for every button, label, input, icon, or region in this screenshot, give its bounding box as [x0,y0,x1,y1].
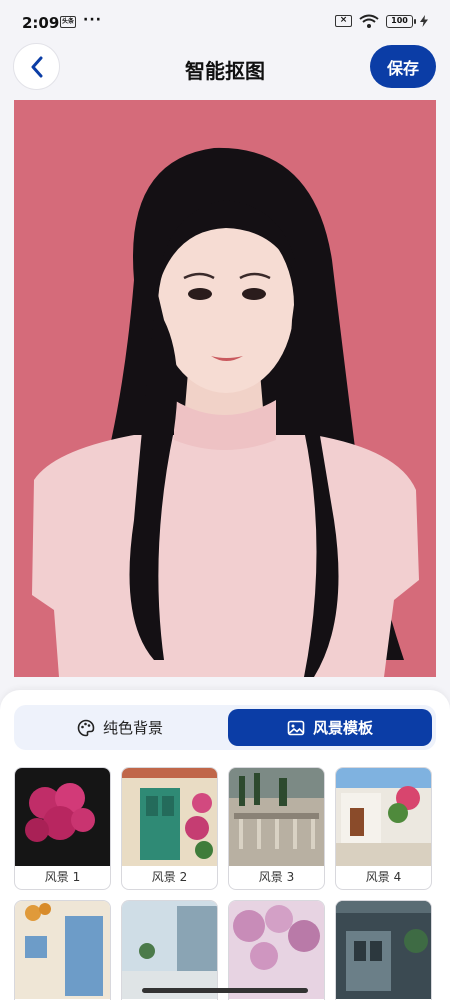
template-card[interactable]: 风景 2 [121,767,218,890]
palette-icon [77,719,95,736]
template-thumbnail [229,901,324,999]
template-thumbnail [122,901,217,999]
template-card[interactable] [121,900,218,1000]
home-indicator[interactable] [142,988,308,993]
tab-solid-color[interactable]: 纯色背景 [18,709,222,746]
status-bar: 2:09 头条 ··· × 100 [0,0,450,42]
tab-solid-color-label: 纯色背景 [102,719,163,737]
photo-preview [14,100,436,677]
save-button[interactable]: 保存 [370,45,436,88]
charging-icon [420,15,428,27]
template-card[interactable]: 风景 1 [14,767,111,890]
template-label: 风景 3 [258,870,295,884]
sim-x-icon: × [335,15,352,27]
template-card[interactable] [228,900,325,1000]
template-card[interactable]: 风景 4 [335,767,432,890]
tab-scenery-template[interactable]: 风景模板 [228,709,432,746]
template-thumbnail [336,901,431,999]
tab-scenery-template-label: 风景模板 [312,719,373,737]
template-card[interactable] [335,900,432,1000]
template-thumbnail [15,768,110,866]
portrait-image [14,100,436,677]
template-thumbnail [229,768,324,866]
bottom-panel: 纯色背景 风景模板 风景 1 风景 2 风景 3 风景 4 [0,690,450,1000]
battery-icon: 100 [386,14,416,28]
status-icons: × 100 [335,14,428,28]
image-icon [287,720,305,735]
wifi-icon [359,14,379,28]
template-thumbnail [336,768,431,866]
template-label: 风景 1 [44,870,81,884]
template-label: 风景 2 [151,870,188,884]
more-notifications-icon: ··· [83,12,102,28]
template-thumbnail [122,768,217,866]
status-time: 2:09 [22,14,60,32]
template-card[interactable] [14,900,111,1000]
template-card[interactable]: 风景 3 [228,767,325,890]
background-tab-bar: 纯色背景 风景模板 [14,705,436,750]
template-label: 风景 4 [365,870,402,884]
template-thumbnail [15,901,110,999]
news-app-icon: 头条 [60,16,76,28]
